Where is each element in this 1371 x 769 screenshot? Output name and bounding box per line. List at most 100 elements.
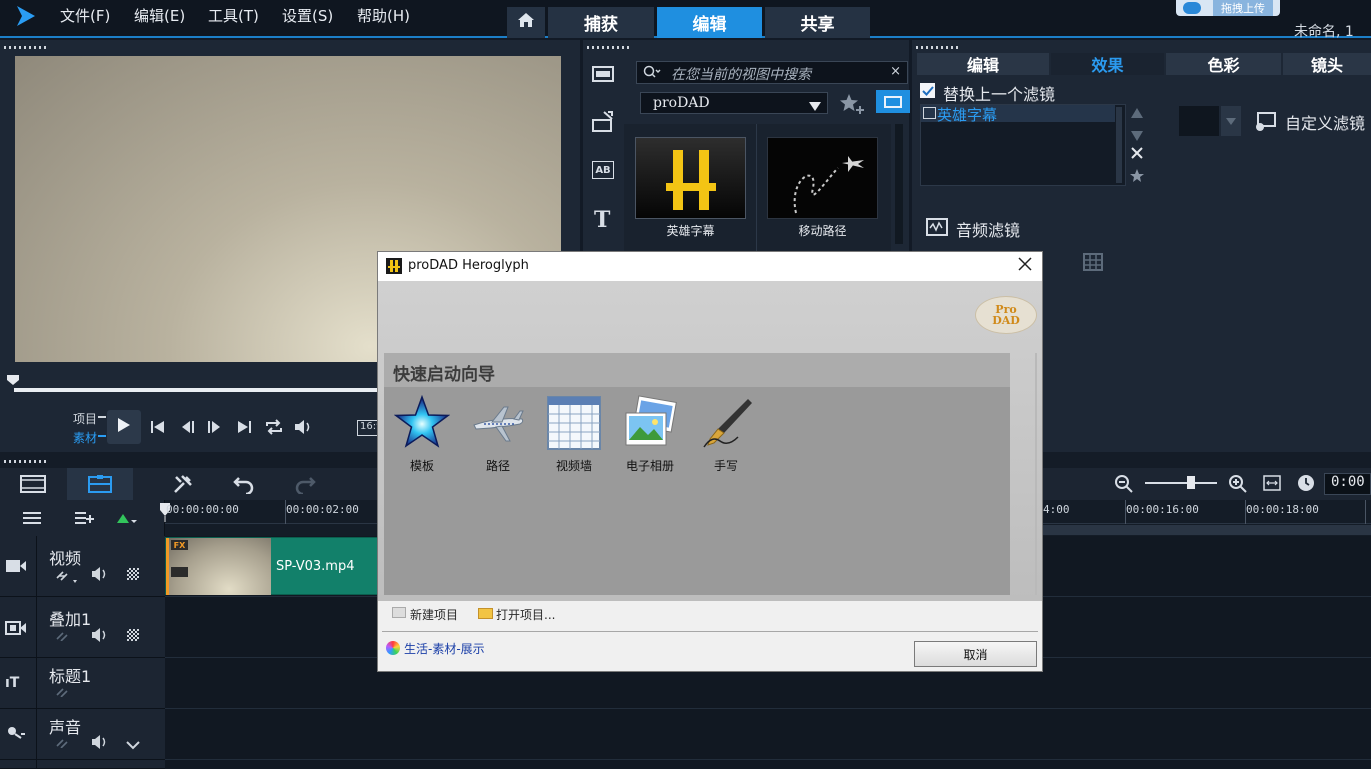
library-item-heroglyph[interactable]: [635, 137, 746, 219]
tab-options-edit[interactable]: 编辑: [917, 53, 1049, 75]
scrubber-handle-icon[interactable]: [6, 374, 20, 386]
favorite-filter-button[interactable]: [1130, 168, 1146, 188]
play-button[interactable]: [107, 410, 141, 444]
go-to-end-button[interactable]: [236, 419, 254, 439]
overlay-track-icon[interactable]: [5, 620, 27, 640]
link-icon[interactable]: [55, 736, 69, 752]
storyboard-view-button[interactable]: [20, 474, 46, 498]
title-track-icon[interactable]: ıT: [5, 675, 19, 691]
panel-grip[interactable]: [4, 46, 48, 49]
link-icon[interactable]: [55, 685, 69, 701]
timeline-scrollbar[interactable]: [1043, 525, 1371, 535]
filter-list[interactable]: 英雄字幕: [920, 104, 1126, 186]
wizard-template[interactable]: 模板: [388, 394, 456, 474]
wizard-video-wall[interactable]: 视频墙: [540, 395, 608, 474]
open-project-link[interactable]: 打开项目...: [496, 606, 555, 623]
ripple-edit-icon[interactable]: [127, 568, 139, 580]
tab-capture[interactable]: 捕获: [548, 7, 654, 38]
timecode-display[interactable]: 0:00: [1324, 473, 1371, 495]
expand-track-icon[interactable]: [126, 738, 140, 754]
video-clip[interactable]: FX SP-V03.mp4: [165, 537, 378, 595]
tools-button[interactable]: [172, 473, 194, 499]
filter-list-item[interactable]: 英雄字幕: [921, 105, 1115, 124]
menu-help[interactable]: 帮助(H): [357, 5, 410, 26]
library-scrollbar[interactable]: [895, 124, 903, 244]
menu-file[interactable]: 文件(F): [60, 5, 110, 26]
duration-button[interactable]: [1297, 474, 1315, 496]
tab-options-lens[interactable]: 镜头: [1283, 53, 1371, 75]
fit-project-button[interactable]: [1263, 475, 1281, 495]
search-box[interactable]: 在您当前的视图中搜索 ×: [636, 61, 908, 84]
transition-icon[interactable]: AB: [592, 161, 614, 179]
cancel-button[interactable]: 取消: [914, 641, 1037, 667]
preset-swatch[interactable]: [1179, 106, 1219, 136]
panel-grip[interactable]: [4, 460, 48, 463]
upload-button[interactable]: 拖拽上传: [1176, 0, 1280, 16]
repeat-button[interactable]: [264, 418, 284, 440]
microphone-icon[interactable]: [7, 726, 27, 744]
zoom-in-button[interactable]: [1228, 474, 1248, 498]
timeline-view-button[interactable]: [67, 468, 133, 500]
audio-filter-label[interactable]: 音频滤镜: [956, 217, 1020, 241]
audio-filter-icon[interactable]: [926, 218, 948, 240]
clip-trim-handle[interactable]: [166, 538, 169, 595]
preset-dropdown-button[interactable]: [1221, 106, 1241, 136]
title-icon[interactable]: T: [594, 207, 610, 233]
add-favorite-button[interactable]: [838, 92, 866, 120]
zoom-slider-handle[interactable]: [1187, 476, 1195, 489]
mute-track-icon[interactable]: [91, 734, 109, 754]
tab-share[interactable]: 共享: [765, 7, 870, 38]
mute-track-icon[interactable]: [91, 627, 109, 647]
dialog-close-button[interactable]: [1018, 257, 1032, 275]
view-toggle-button[interactable]: [876, 90, 910, 113]
custom-filter-label[interactable]: 自定义滤镜: [1285, 110, 1365, 134]
wizard-handwriting[interactable]: 手写: [692, 395, 760, 474]
instant-project-button[interactable]: [590, 110, 616, 138]
library-item-motion-path[interactable]: [767, 137, 878, 219]
new-project-link[interactable]: 新建项目: [410, 606, 458, 623]
ripple-edit-icon[interactable]: [127, 629, 139, 641]
aspect-ratio-button[interactable]: 16:9: [357, 420, 379, 436]
replace-filter-checkbox[interactable]: [920, 83, 935, 98]
wizard-path[interactable]: 路径: [464, 395, 532, 474]
go-to-start-button[interactable]: [149, 419, 167, 439]
clear-search-icon[interactable]: ×: [890, 64, 901, 79]
tab-options-color[interactable]: 色彩: [1166, 53, 1281, 75]
tab-options-effects[interactable]: 效果: [1051, 53, 1164, 75]
new-project-icon[interactable]: [392, 607, 406, 618]
marker-button[interactable]: [116, 512, 138, 530]
footer-link[interactable]: 生活-素材-展示: [404, 640, 485, 657]
move-filter-down-button[interactable]: [1131, 129, 1143, 145]
zoom-slider[interactable]: [1145, 482, 1217, 484]
remove-filter-button[interactable]: [1130, 146, 1144, 164]
category-select[interactable]: proDAD: [640, 92, 828, 114]
project-mode-label[interactable]: 项目: [73, 410, 97, 427]
add-track-button[interactable]: [74, 511, 94, 529]
menu-tools[interactable]: 工具(T): [208, 5, 259, 26]
scrubber-track[interactable]: [14, 388, 379, 392]
tab-edit[interactable]: 编辑: [657, 7, 762, 38]
folder-icon[interactable]: [478, 608, 493, 619]
next-frame-button[interactable]: [206, 419, 224, 439]
previous-frame-button[interactable]: [180, 419, 198, 439]
move-filter-up-button[interactable]: [1131, 106, 1143, 122]
home-button[interactable]: [507, 7, 545, 38]
filter-list-scrollbar[interactable]: [1116, 107, 1122, 183]
custom-filter-icon[interactable]: [1253, 111, 1277, 137]
link-icon[interactable]: [55, 568, 79, 588]
zoom-out-button[interactable]: [1114, 474, 1134, 498]
grid-settings-icon[interactable]: [1081, 251, 1105, 277]
undo-button[interactable]: [233, 474, 255, 498]
volume-button[interactable]: [293, 418, 313, 440]
track-header-music[interactable]: [0, 760, 165, 769]
redo-button[interactable]: [294, 474, 316, 498]
media-library-button[interactable]: [590, 62, 616, 90]
track-manager-button[interactable]: [22, 511, 42, 529]
wizard-photo-album[interactable]: 电子相册: [616, 395, 684, 474]
search-input[interactable]: 在您当前的视图中搜索: [671, 64, 811, 84]
link-icon[interactable]: [55, 629, 69, 645]
eye-icon[interactable]: [923, 107, 936, 119]
menu-edit[interactable]: 编辑(E): [134, 5, 185, 26]
clip-mode-label[interactable]: 素材: [73, 429, 97, 446]
video-track-icon[interactable]: [5, 558, 27, 578]
